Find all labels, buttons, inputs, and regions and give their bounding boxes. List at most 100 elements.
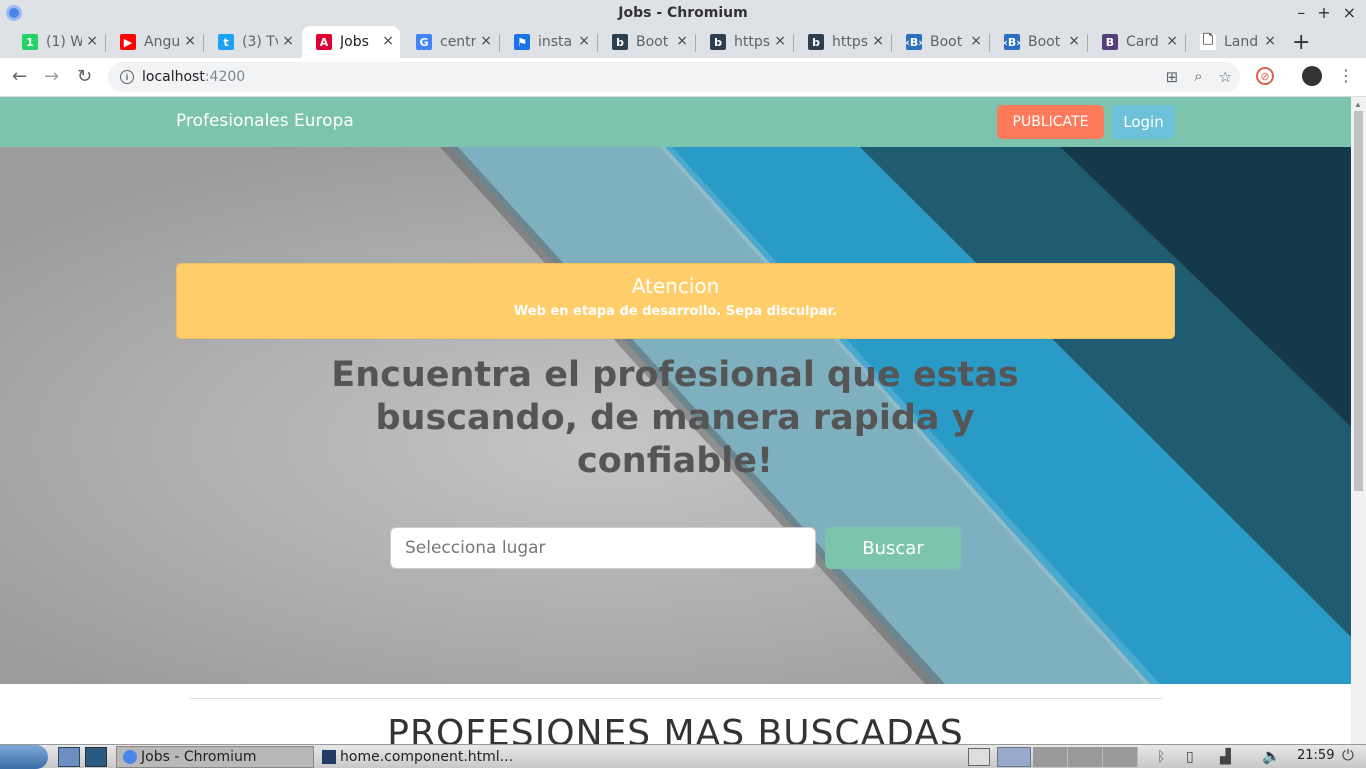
tab-3[interactable]: A Jobs × (302, 26, 400, 58)
location-search-input[interactable] (390, 527, 816, 569)
youtube-icon: ▶ (120, 34, 136, 50)
bluetooth-icon[interactable]: ᛒ (1157, 748, 1165, 764)
tab-strip: 1(1) W×▶Angu×t(3) Tv×AJobs×Gcentr×⚑insta… (0, 26, 1366, 58)
tab-close-icon[interactable]: × (480, 33, 492, 49)
back-arrow-icon[interactable]: ← (12, 66, 27, 87)
tab-9[interactable]: ‹B› Boot × (892, 26, 988, 58)
alert-box: Atencion Web en etapa de desarrollo. Sep… (176, 263, 1175, 339)
hero-section: Atencion Web en etapa de desarrollo. Sep… (0, 147, 1351, 684)
network-icon[interactable] (85, 747, 107, 767)
forward-arrow-icon[interactable]: → (44, 66, 59, 87)
start-menu-button[interactable] (0, 745, 48, 769)
bootstrap-icon: B (1102, 34, 1118, 50)
tab-close-icon[interactable]: × (184, 33, 196, 49)
tab-close-icon[interactable]: × (382, 33, 394, 49)
power-icon[interactable]: ⏻ (1342, 747, 1354, 764)
chromium-icon (6, 5, 22, 21)
tab-close-icon[interactable]: × (676, 33, 688, 49)
chromium-icon (123, 750, 137, 764)
address-bar[interactable]: i localhost:4200 ⊞ ⌕ ☆ (108, 62, 1240, 92)
browser-menu-icon[interactable]: ⋮ (1338, 66, 1354, 86)
bootstrap-mdb-icon: ‹B› (1003, 34, 1021, 50)
maximize-button[interactable]: + (1317, 3, 1330, 22)
google-icon: G (416, 34, 432, 50)
bootstrap-mdb-icon: ‹B› (905, 34, 923, 50)
url-host: localhost (142, 69, 205, 85)
bootsnipp-icon: b (808, 34, 824, 50)
battery-icon[interactable]: ▯ (1186, 748, 1194, 765)
twitter-icon: t (218, 34, 234, 50)
window-titlebar: Jobs - Chromium – + × (0, 0, 1366, 26)
workspace-switcher[interactable] (1033, 747, 1138, 767)
volume-icon[interactable]: 🔈 (1262, 747, 1281, 765)
tab-close-icon[interactable]: × (578, 33, 590, 49)
page-scrollbar[interactable]: ▲ (1351, 97, 1366, 744)
tab-6[interactable]: b Boot × (598, 26, 694, 58)
os-taskbar: Jobs - Chromium home.component.html... ᛒ… (0, 744, 1366, 769)
tab-7[interactable]: b https × (696, 26, 792, 58)
tab-label: (1) W (46, 34, 82, 50)
tab-label: centr (440, 34, 476, 50)
workspace-icon[interactable] (968, 748, 990, 766)
site-brand[interactable]: Profesionales Europa (176, 111, 354, 131)
tab-10[interactable]: ‹B› Boot × (990, 26, 1086, 58)
hero-headline: Encuentra el profesional que estas busca… (331, 355, 1019, 481)
clock[interactable]: 21:59 (1297, 748, 1334, 763)
angular-icon: A (316, 34, 332, 50)
tab-label: Boot (1028, 34, 1061, 50)
whatsapp-icon: 1 (22, 34, 38, 50)
tab-close-icon[interactable]: × (1068, 33, 1080, 49)
tab-close-icon[interactable]: × (774, 33, 786, 49)
new-tab-button[interactable]: + (1292, 30, 1310, 55)
tab-4[interactable]: Gcentr × (402, 26, 498, 58)
tab-1[interactable]: ▶ Angu × (106, 26, 202, 58)
zoom-icon[interactable]: ⌕ (1194, 68, 1202, 86)
tab-close-icon[interactable]: × (970, 33, 982, 49)
document-icon: 🗋 (1200, 33, 1216, 50)
bootsnipp-icon: b (612, 34, 628, 50)
tab-close-icon[interactable]: × (1166, 33, 1178, 49)
translate-icon[interactable]: ⊞ (1166, 68, 1179, 86)
scroll-up-arrow-icon[interactable]: ▲ (1354, 100, 1362, 109)
bootsnipp-icon: b (710, 34, 726, 50)
tab-label: https (734, 34, 770, 50)
publicate-button[interactable]: PUBLICATE (997, 105, 1104, 139)
taskbar-item-chromium[interactable]: Jobs - Chromium (116, 746, 314, 768)
browser-toolbar: ← → ↻ i localhost:4200 ⊞ ⌕ ☆ ⊘ ⋮ (0, 58, 1366, 97)
tab-close-icon[interactable]: × (872, 33, 884, 49)
section-title: PROFESIONES MAS BUSCADAS (387, 713, 964, 744)
bookmark-star-icon[interactable]: ☆ (1219, 68, 1232, 86)
tab-0[interactable]: 1 (1) W × (8, 26, 104, 58)
scrollbar-thumb[interactable] (1354, 111, 1363, 491)
profile-avatar[interactable] (1302, 66, 1322, 86)
tab-2[interactable]: t (3) Tv× (204, 26, 300, 58)
flag-icon: ⚑ (514, 34, 530, 50)
section-divider (190, 698, 1162, 699)
tab-label: (3) Tv (242, 34, 278, 50)
tab-11[interactable]: B Card × (1088, 26, 1184, 58)
close-window-button[interactable]: × (1343, 3, 1356, 22)
site-navbar: Profesionales Europa PUBLICATE Login (0, 97, 1351, 147)
tab-close-icon[interactable]: × (282, 33, 294, 49)
extension-icon[interactable]: ⊘ (1256, 67, 1274, 85)
tab-5[interactable]: ⚑ insta × (500, 26, 596, 58)
tab-label: https (832, 34, 868, 50)
taskbar-item-editor[interactable]: home.component.html... (318, 746, 638, 768)
site-info-icon[interactable]: i (120, 70, 134, 84)
tab-close-icon[interactable]: × (86, 33, 98, 49)
tab-label: Angu (144, 34, 180, 50)
workspace-active[interactable] (997, 747, 1031, 767)
tab-label: insta (538, 34, 573, 50)
minimize-button[interactable]: – (1297, 3, 1305, 22)
tab-12[interactable]: 🗋 Land × (1186, 26, 1282, 58)
signal-icon[interactable]: ▟ (1220, 748, 1231, 765)
tab-label: Jobs (340, 34, 369, 50)
search-button[interactable]: Buscar (825, 527, 961, 569)
tab-close-icon[interactable]: × (1264, 33, 1276, 49)
tab-8[interactable]: b https × (794, 26, 890, 58)
file-manager-icon[interactable] (58, 747, 80, 767)
tab-label: Card (1126, 34, 1159, 50)
login-button[interactable]: Login (1112, 105, 1175, 139)
reload-icon[interactable]: ↻ (77, 66, 92, 87)
url-port: :4200 (204, 69, 246, 85)
